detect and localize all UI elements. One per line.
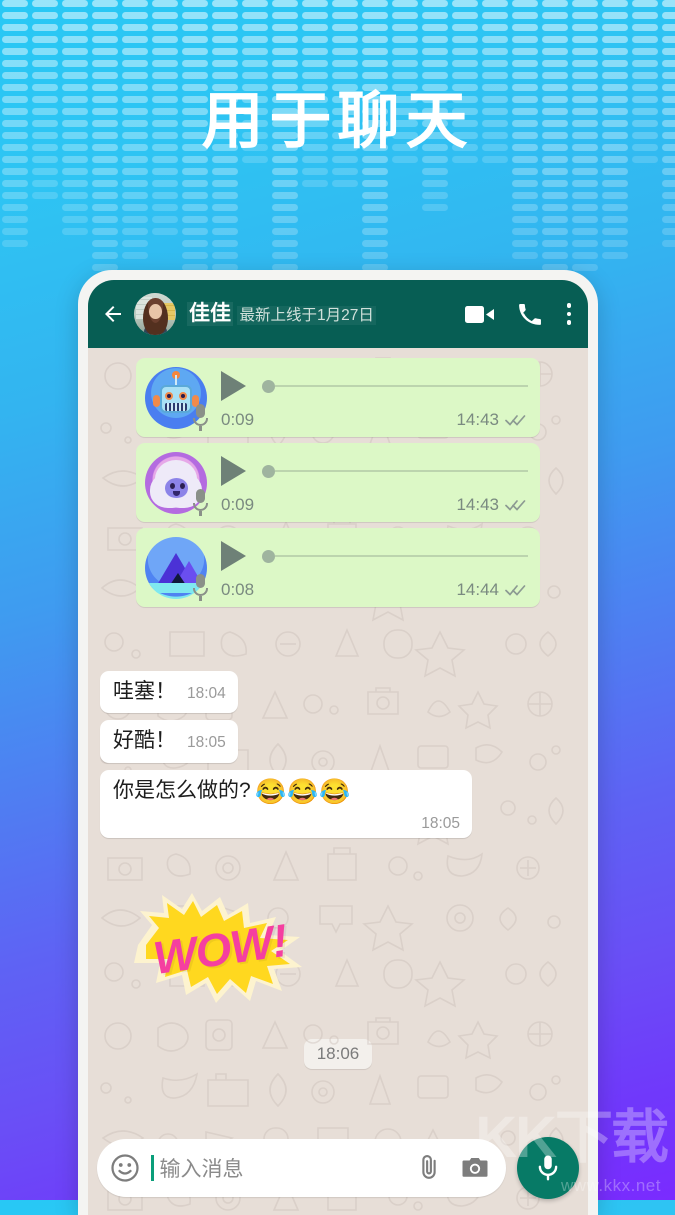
voice-status: 14:43 bbox=[456, 495, 526, 515]
wow-sticker[interactable]: WOW! bbox=[130, 889, 310, 1009]
message-time: 14:43 bbox=[456, 410, 499, 429]
voice-progress-track[interactable] bbox=[262, 464, 528, 478]
timestamp-pill: 18:06 bbox=[303, 1038, 373, 1069]
message-input-bar: 输入消息 bbox=[88, 1129, 588, 1215]
incoming-message-bubble[interactable]: 好酷！ 18:05 bbox=[100, 720, 238, 763]
message-input[interactable]: 输入消息 bbox=[160, 1153, 399, 1183]
voice-progress-knob[interactable] bbox=[262, 379, 275, 393]
voice-message-bubble[interactable]: 0:08 14:44 bbox=[136, 528, 540, 607]
message-emoji: 😂😂😂 bbox=[255, 777, 352, 806]
voice-meta-row: 0:08 14:44 bbox=[221, 580, 528, 600]
play-icon[interactable] bbox=[221, 541, 246, 571]
voice-meta-row: 0:09 14:43 bbox=[221, 410, 528, 430]
message-text: 好酷！ bbox=[113, 729, 176, 753]
timestamp-row: 18:06 bbox=[100, 1038, 576, 1069]
contact-name: 佳佳 bbox=[187, 301, 233, 327]
read-receipt-icon bbox=[505, 415, 526, 426]
microphone-icon bbox=[191, 404, 210, 431]
contact-info[interactable]: 佳佳 最新上线于1月27日 bbox=[187, 301, 457, 327]
message-row: 哇塞！ 18:04 bbox=[100, 671, 576, 720]
message-row: 你是怎么做的? 😂😂😂 18:05 bbox=[100, 769, 576, 845]
voice-duration: 0:09 bbox=[221, 495, 255, 514]
message-time: 14:43 bbox=[456, 495, 499, 514]
voice-progress-knob[interactable] bbox=[262, 549, 275, 563]
microphone-icon bbox=[191, 574, 210, 601]
phone-screen: 佳佳 最新上线于1月27日 0:09 14:43 0:09 14:43 0:08… bbox=[88, 280, 588, 1215]
voice-playback-row bbox=[221, 456, 528, 486]
message-text: 哇塞！ bbox=[113, 680, 176, 703]
sticker-row: WOW! bbox=[100, 889, 576, 1009]
chat-header: 佳佳 最新上线于1月27日 bbox=[88, 280, 588, 348]
voice-controls: 0:09 14:43 bbox=[207, 367, 528, 430]
play-icon[interactable] bbox=[221, 371, 246, 401]
arrow-left-icon bbox=[105, 306, 121, 322]
sticker-label: WOW! bbox=[150, 913, 290, 984]
message-time: 18:05 bbox=[187, 734, 226, 752]
message-time: 18:04 bbox=[187, 685, 226, 702]
smiley-icon[interactable] bbox=[110, 1153, 140, 1183]
message-text: 你是怎么做的? bbox=[113, 778, 251, 802]
message-input-container[interactable]: 输入消息 bbox=[97, 1139, 506, 1197]
microphone-icon bbox=[538, 1155, 558, 1181]
chat-message-list[interactable]: 0:09 14:43 0:09 14:43 0:08 14:44 哇塞！ 18:… bbox=[88, 348, 588, 1215]
voice-meta-row: 0:09 14:43 bbox=[221, 495, 528, 515]
camera-icon[interactable] bbox=[460, 1153, 490, 1183]
contact-status: 最新上线于1月27日 bbox=[237, 305, 376, 326]
voice-progress-line bbox=[275, 384, 528, 388]
voice-duration: 0:09 bbox=[221, 410, 255, 429]
voice-message-bubble[interactable]: 0:09 14:43 bbox=[136, 358, 540, 437]
voice-progress-line bbox=[275, 554, 528, 558]
voice-message-bubble[interactable]: 0:09 14:43 bbox=[136, 443, 540, 522]
read-receipt-icon bbox=[505, 585, 526, 596]
voice-controls: 0:09 14:43 bbox=[207, 452, 528, 515]
message-time: 14:44 bbox=[456, 580, 499, 599]
phone-icon bbox=[518, 303, 541, 325]
voice-call-button[interactable] bbox=[517, 302, 542, 327]
voice-status: 14:44 bbox=[456, 580, 526, 600]
promo-headline: 用于聊天 bbox=[201, 87, 474, 156]
text-caret bbox=[151, 1155, 154, 1181]
voice-avatar-wrap bbox=[145, 452, 210, 516]
paperclip-icon[interactable] bbox=[414, 1153, 444, 1183]
overflow-menu-icon bbox=[566, 303, 571, 308]
voice-playback-row bbox=[221, 371, 528, 401]
voice-playback-row bbox=[221, 541, 528, 571]
overflow-menu-button[interactable] bbox=[564, 303, 575, 325]
phone-mockup: 佳佳 最新上线于1月27日 0:09 14:43 0:09 14:43 0:08… bbox=[78, 270, 598, 1215]
avatar-photo-face bbox=[149, 304, 162, 319]
incoming-message-bubble[interactable]: 你是怎么做的? 😂😂😂 18:05 bbox=[100, 769, 472, 838]
voice-progress-line bbox=[275, 469, 528, 473]
voice-duration: 0:08 bbox=[221, 580, 255, 599]
message-row: 好酷！ 18:05 bbox=[100, 720, 576, 769]
message-time: 18:05 bbox=[421, 814, 460, 832]
play-icon[interactable] bbox=[221, 456, 246, 486]
voice-status: 14:43 bbox=[456, 410, 526, 430]
video-camera-icon bbox=[464, 305, 494, 323]
microphone-icon bbox=[191, 489, 210, 516]
voice-record-button[interactable] bbox=[517, 1137, 579, 1199]
message-row: 0:08 14:44 bbox=[100, 528, 576, 613]
voice-progress-knob[interactable] bbox=[262, 464, 275, 478]
incoming-message-bubble[interactable]: 哇塞！ 18:04 bbox=[100, 671, 238, 714]
voice-controls: 0:08 14:44 bbox=[207, 537, 528, 600]
voice-progress-track[interactable] bbox=[262, 549, 528, 563]
voice-avatar-wrap bbox=[145, 367, 210, 431]
read-receipt-icon bbox=[505, 500, 526, 511]
header-actions bbox=[457, 302, 575, 327]
message-row: 0:09 14:43 bbox=[100, 358, 576, 443]
voice-avatar-wrap bbox=[145, 537, 210, 601]
video-call-button[interactable] bbox=[464, 304, 495, 325]
message-row: 0:09 14:43 bbox=[100, 443, 576, 528]
voice-progress-track[interactable] bbox=[262, 379, 528, 393]
back-button[interactable] bbox=[98, 299, 128, 329]
avatar[interactable] bbox=[134, 293, 176, 335]
